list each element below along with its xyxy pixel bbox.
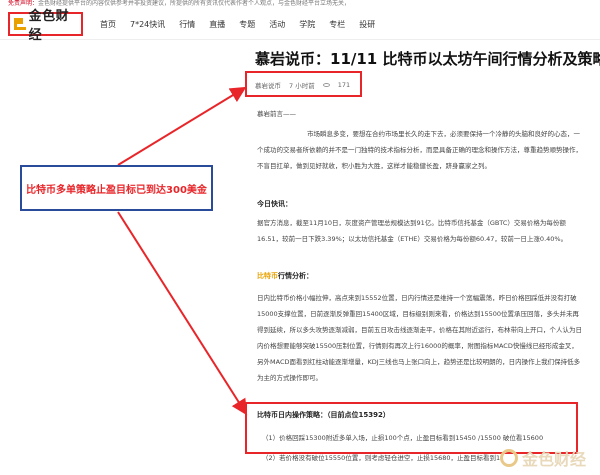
article-title: 慕岩说币：11/11 比特币以太坊午间行情分析及策略	[255, 50, 600, 68]
nav-item-live[interactable]: 直播	[209, 19, 225, 30]
site-logo[interactable]: 金色财经	[8, 9, 83, 43]
nav-item-market[interactable]: 行情	[179, 19, 195, 30]
nav-item-academy[interactable]: 学院	[299, 19, 315, 30]
logo-text: 金色财经	[28, 9, 70, 43]
annotation-callout: 比特币多单策略止盈目标已到达300美金	[20, 165, 213, 211]
eye-icon	[322, 83, 330, 87]
watermark: 金色财经	[500, 444, 595, 472]
nav-item-topic[interactable]: 专题	[239, 19, 255, 30]
meta-highlight-box: 慕岩说币 7 小时前 171	[245, 71, 362, 97]
analysis-paragraph: 日内比特币价格小幅拉伸，高点来到15552位置，日内行情还是维持一个宽幅震荡，昨…	[257, 294, 582, 382]
disclaimer-text: 金色财经提供平台的内容仅供参考并非投资建议，所提供的所有资讯仅代表作者个人观点，…	[38, 0, 351, 7]
strategy-heading: 比特币日内操作策略：（目前点位15392）	[257, 411, 390, 419]
arrow-to-strategy	[117, 211, 248, 416]
nav-item-event[interactable]: 活动	[269, 19, 285, 30]
nav-item-research[interactable]: 投研	[359, 19, 375, 30]
analysis-heading-link[interactable]: 比特币	[257, 272, 278, 280]
view-count: 171	[337, 81, 351, 89]
logo-icon	[14, 18, 26, 30]
nav-item-home[interactable]: 首页	[100, 19, 116, 30]
nav-item-flash[interactable]: 7*24快讯	[130, 19, 165, 30]
watermark-text: 金色财经	[522, 450, 587, 469]
main-nav: 首页 7*24快讯 行情 直播 专题 活动 学院 专栏 投研	[100, 8, 389, 40]
today-heading: 今日快讯：	[257, 200, 292, 208]
top-navigation: 金色财经 首页 7*24快讯 行情 直播 专题 活动 学院 专栏 投研	[0, 8, 600, 43]
disclaimer-bar: 免责声明：金色财经提供平台的内容仅供参考并非投资建议，所提供的所有资讯仅代表作者…	[0, 0, 600, 8]
watermark-logo-icon	[500, 449, 518, 467]
publish-time: 7 小时前	[289, 82, 315, 90]
analysis-heading-text: 行情分析：	[278, 272, 313, 280]
analysis-heading: 比特币行情分析：	[257, 268, 582, 284]
preface: 慕岩前言——	[257, 110, 296, 118]
article-meta: 慕岩说币 7 小时前 171	[255, 80, 358, 90]
author-name[interactable]: 慕岩说币	[255, 80, 281, 90]
intro-paragraph: 市场瞬息多变，要想在合约市场里长久的走下去，必须要保持一个冷静的头脑和良好的心态…	[257, 130, 582, 170]
annotation-text: 比特币多单策略止盈目标已到达300美金	[26, 184, 207, 196]
nav-item-column[interactable]: 专栏	[329, 19, 345, 30]
strategy-item-2: （2）若价格没有破位15550位置，则考虑轻仓进空，止损15680，止盈目标看到…	[262, 454, 502, 462]
news-paragraph: 据官方消息，截至11月10日，灰度资产管理总规模达到91亿。比特币信托基金（GB…	[257, 219, 568, 243]
arrow-to-meta	[117, 86, 247, 166]
